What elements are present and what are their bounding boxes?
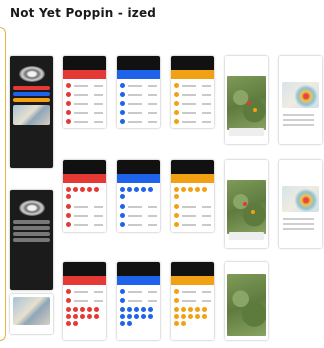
screen-header: [117, 56, 160, 70]
map-pin-icon[interactable]: [253, 108, 257, 112]
weather-map-image: [282, 186, 319, 212]
blue-pill: [13, 92, 50, 96]
map-card[interactable]: [229, 232, 264, 240]
screen-header: [63, 56, 106, 70]
screen-dark-home-2[interactable]: [10, 190, 53, 290]
screen-banner: [63, 174, 106, 183]
screen-banner: [171, 174, 214, 183]
icon-grid: [119, 186, 158, 200]
screen-thumb-3[interactable]: [10, 294, 53, 334]
screen-header: [117, 262, 160, 276]
screen-blue-controls[interactable]: [117, 262, 160, 340]
icon-grid: [65, 306, 104, 327]
icon-grid: [65, 186, 104, 200]
screen-header: [171, 160, 214, 174]
screen-header: [63, 262, 106, 276]
grey-pill: [13, 232, 50, 236]
weather-map-image: [282, 82, 319, 108]
hurricane-image: [18, 200, 45, 216]
icon-grid: [119, 306, 158, 327]
grey-pill: [13, 238, 50, 242]
screen-orange-controls[interactable]: [171, 262, 214, 340]
screen-weather-detail-2[interactable]: [279, 160, 322, 248]
screen-header: [171, 56, 214, 70]
orange-pill: [13, 98, 50, 102]
screen-map-3[interactable]: [225, 262, 268, 340]
screen-header: [171, 262, 214, 276]
screen-map-1[interactable]: [225, 56, 268, 144]
screen-orange-list[interactable]: [171, 56, 214, 128]
screen-banner: [63, 70, 106, 79]
screen-banner: [117, 174, 160, 183]
screen-blue-list[interactable]: [117, 56, 160, 128]
screen-red-grid[interactable]: [63, 160, 106, 232]
screen-red-list[interactable]: [63, 56, 106, 128]
screen-banner: [117, 276, 160, 285]
screen-weather-detail-1[interactable]: [279, 56, 322, 144]
screen-blue-grid[interactable]: [117, 160, 160, 232]
screen-red-controls[interactable]: [63, 262, 106, 340]
screen-header: [117, 160, 160, 174]
red-pill: [13, 86, 50, 90]
screen-banner: [63, 276, 106, 285]
map-pin-icon[interactable]: [251, 210, 255, 214]
map-view[interactable]: [227, 274, 266, 336]
screen-orange-grid[interactable]: [171, 160, 214, 232]
grey-pill: [13, 220, 50, 224]
map-view[interactable]: [227, 180, 266, 234]
grey-pill: [13, 226, 50, 230]
weather-thumbnail: [13, 297, 50, 325]
screen-banner: [171, 70, 214, 79]
map-pin-icon[interactable]: [243, 202, 247, 206]
map-pin-icon[interactable]: [247, 101, 251, 105]
screen-dark-home-1[interactable]: [10, 56, 53, 168]
hurricane-image: [18, 66, 45, 82]
screen-map-2[interactable]: [225, 160, 268, 248]
map-card[interactable]: [229, 128, 264, 136]
screen-header: [63, 160, 106, 174]
screen-banner: [117, 70, 160, 79]
screen-banner: [171, 276, 214, 285]
weather-thumbnail: [13, 105, 50, 125]
icon-grid: [173, 186, 212, 200]
icon-grid: [173, 306, 212, 327]
screens-board: [0, 0, 324, 348]
